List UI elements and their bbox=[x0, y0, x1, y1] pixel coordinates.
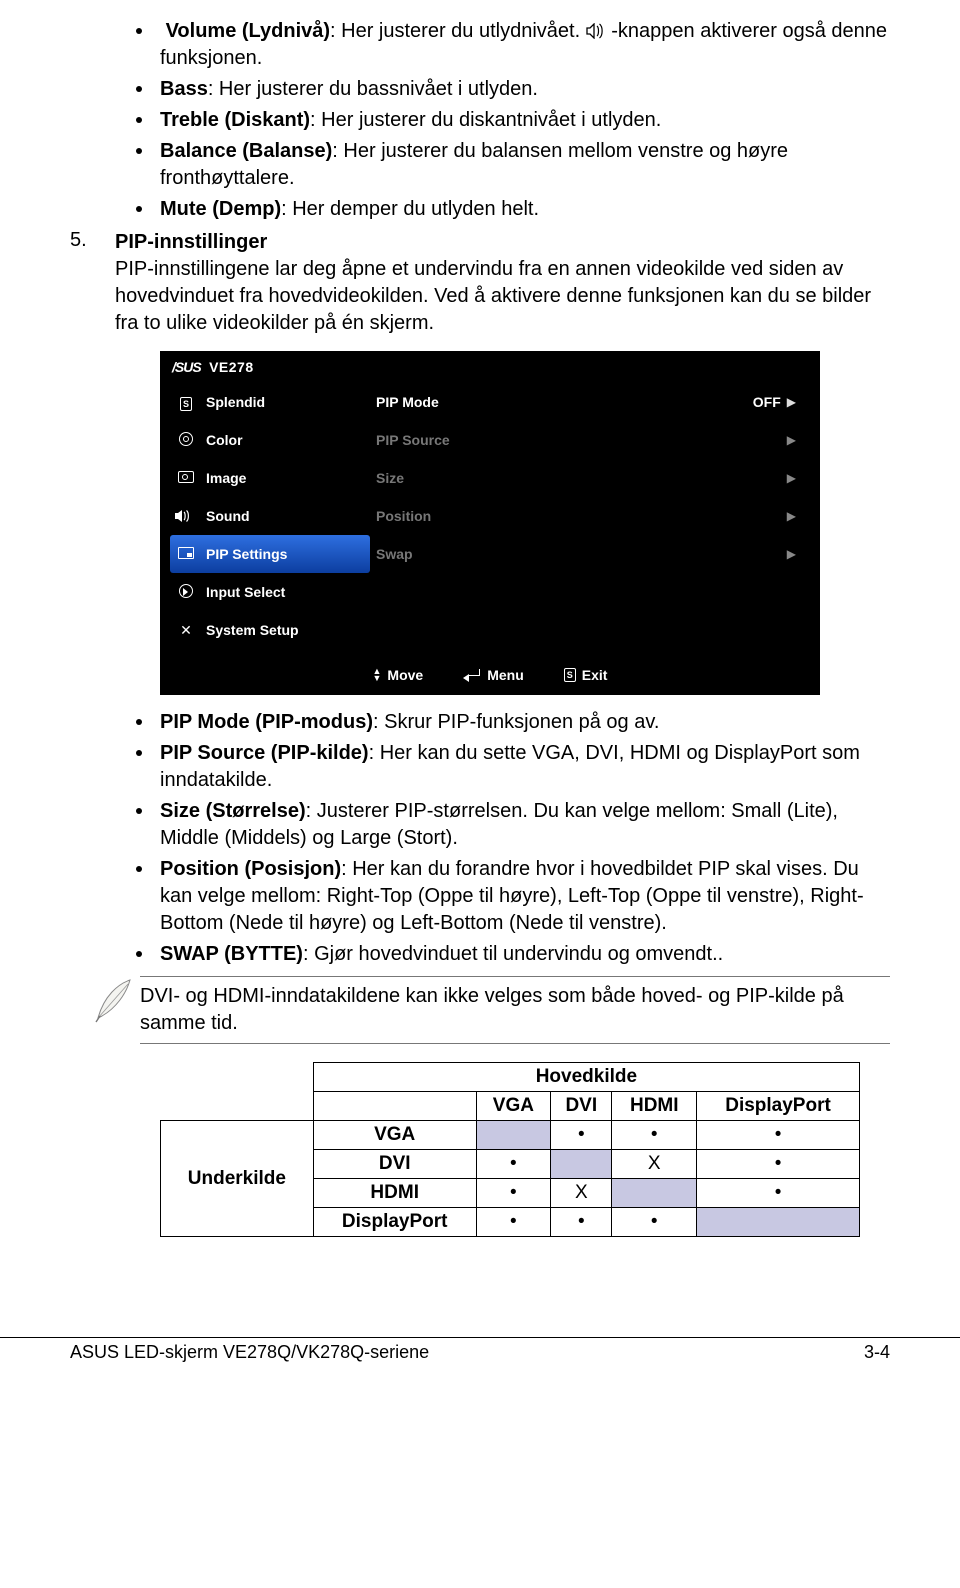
page-footer: ASUS LED-skjerm VE278Q/VK278Q-seriene 3-… bbox=[0, 1337, 960, 1373]
chevron-right-icon: ▶ bbox=[787, 509, 796, 523]
chevron-right-icon: ▶ bbox=[787, 395, 796, 409]
asus-logo: /SUS bbox=[172, 359, 201, 375]
input-icon bbox=[179, 584, 193, 598]
bullet-pip-mode: PIP Mode (PIP-modus): Skrur PIP-funksjon… bbox=[160, 709, 890, 736]
osd-option-pip-mode[interactable]: PIP Mode OFF ▶ bbox=[376, 383, 796, 421]
updown-icon: ▲▼ bbox=[373, 668, 382, 682]
osd-menu-list: S Splendid Color Image Sound PIP Setting… bbox=[160, 381, 370, 657]
osd-footer: ▲▼ Move Menu S Exit bbox=[160, 657, 820, 695]
osd-menu-color[interactable]: Color bbox=[170, 421, 370, 459]
bullet-volume: Volume (Lydnivå): Her justerer du utlydn… bbox=[160, 18, 890, 72]
osd-hint-menu: Menu bbox=[463, 667, 524, 683]
osd-menu-pip-settings[interactable]: PIP Settings bbox=[170, 535, 370, 573]
col-hdmi: HDMI bbox=[612, 1092, 697, 1121]
chevron-right-icon: ▶ bbox=[787, 547, 796, 561]
pip-icon bbox=[178, 547, 194, 559]
bullet-treble: Treble (Diskant): Her justerer du diskan… bbox=[160, 107, 890, 134]
bullet-balance: Balance (Balanse): Her justerer du balan… bbox=[160, 138, 890, 192]
chevron-right-icon: ▶ bbox=[787, 471, 796, 485]
enter-icon bbox=[463, 668, 481, 682]
col-vga: VGA bbox=[476, 1092, 550, 1121]
s-icon: S bbox=[564, 668, 576, 682]
osd-option-position[interactable]: Position ▶ bbox=[376, 497, 796, 535]
osd-option-size[interactable]: Size ▶ bbox=[376, 459, 796, 497]
section-pip: 5. PIP-innstillinger PIP-innstillingene … bbox=[70, 229, 890, 337]
table-header-top: Hovedkilde bbox=[313, 1063, 859, 1092]
image-icon bbox=[178, 471, 194, 483]
osd-menu-input-select[interactable]: Input Select bbox=[170, 573, 370, 611]
chevron-right-icon: ▶ bbox=[787, 433, 796, 447]
table-row: Underkilde VGA ••• bbox=[161, 1121, 860, 1150]
feather-icon bbox=[90, 976, 140, 1044]
note: DVI- og HDMI-inndatakildene kan ikke vel… bbox=[90, 976, 890, 1044]
osd-option-pip-source[interactable]: PIP Source ▶ bbox=[376, 421, 796, 459]
bullet-mute: Mute (Demp): Her demper du utlyden helt. bbox=[160, 196, 890, 223]
col-dvi: DVI bbox=[551, 1092, 612, 1121]
s-icon: S bbox=[180, 397, 192, 411]
tools-icon: ✕ bbox=[174, 622, 198, 639]
osd-menu-splendid[interactable]: S Splendid bbox=[170, 383, 370, 421]
footer-left: ASUS LED-skjerm VE278Q/VK278Q-seriene bbox=[70, 1342, 429, 1363]
row-header: Underkilde bbox=[161, 1121, 314, 1237]
osd-menu-sound[interactable]: Sound bbox=[170, 497, 370, 535]
bullet-bass: Bass: Her justerer du bassnivået i utlyd… bbox=[160, 76, 890, 103]
bullet-pip-source: PIP Source (PIP-kilde): Her kan du sette… bbox=[160, 740, 890, 794]
audio-bullet-list: Volume (Lydnivå): Her justerer du utlydn… bbox=[70, 18, 890, 223]
pip-bullet-list: PIP Mode (PIP-modus): Skrur PIP-funksjon… bbox=[70, 709, 890, 968]
bullet-position: Position (Posisjon): Her kan du forandre… bbox=[160, 856, 890, 937]
bullet-swap: SWAP (BYTTE): Gjør hovedvinduet til unde… bbox=[160, 941, 890, 968]
osd-options: PIP Mode OFF ▶ PIP Source ▶ Size ▶ Posit… bbox=[370, 381, 820, 657]
bullet-size: Size (Størrelse): Justerer PIP-størrelse… bbox=[160, 798, 890, 852]
footer-page-number: 3-4 bbox=[864, 1342, 890, 1363]
osd-panel: /SUS VE278 S Splendid Color Image Sound bbox=[160, 351, 820, 695]
source-matrix-table: Hovedkilde VGA DVI HDMI DisplayPort Unde… bbox=[160, 1062, 860, 1237]
osd-hint-exit: S Exit bbox=[564, 667, 608, 683]
osd-menu-image[interactable]: Image bbox=[170, 459, 370, 497]
sound-icon bbox=[174, 509, 198, 523]
color-icon bbox=[179, 432, 193, 446]
col-displayport: DisplayPort bbox=[697, 1092, 860, 1121]
osd-hint-move: ▲▼ Move bbox=[373, 667, 424, 683]
osd-menu-system-setup[interactable]: ✕ System Setup bbox=[170, 611, 370, 649]
osd-option-swap[interactable]: Swap ▶ bbox=[376, 535, 796, 573]
speaker-icon bbox=[586, 20, 606, 36]
osd-title-bar: /SUS VE278 bbox=[160, 351, 820, 381]
